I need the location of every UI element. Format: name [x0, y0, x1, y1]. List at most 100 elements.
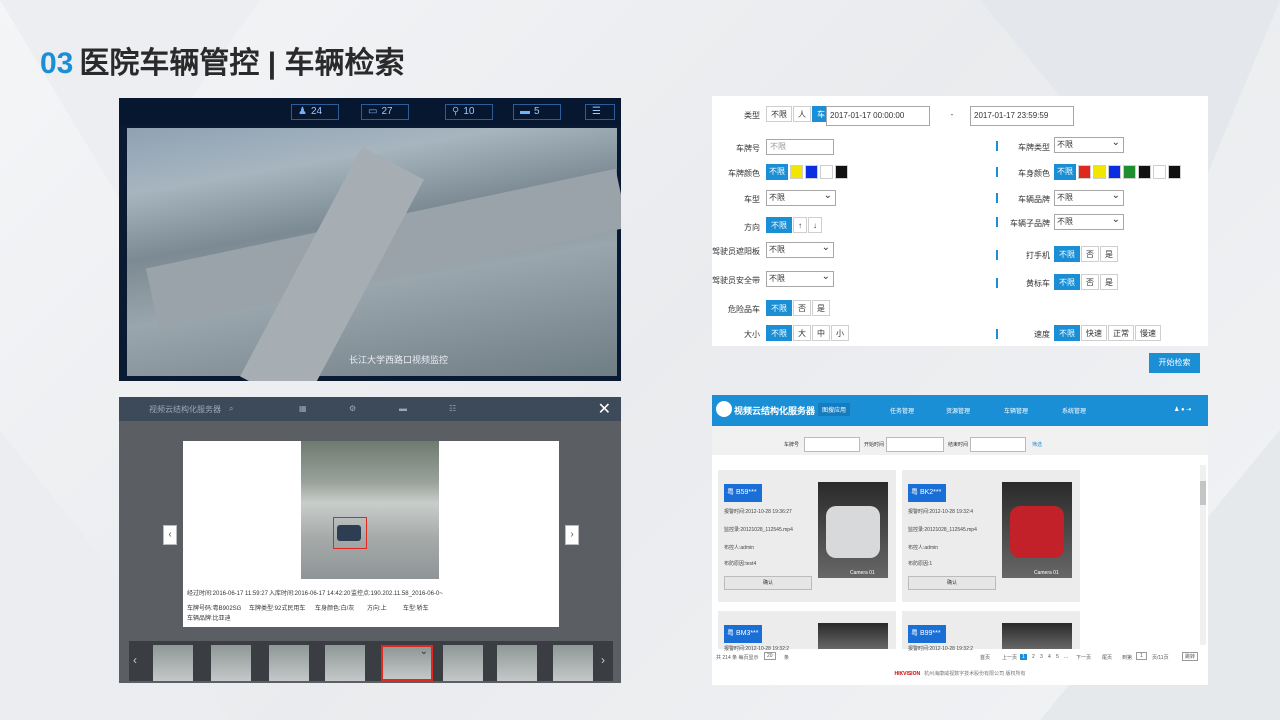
seatbelt-select[interactable]: 不限	[766, 270, 834, 287]
body-color-swatch[interactable]	[1153, 165, 1166, 179]
sub-brand-select[interactable]: 不限	[1054, 213, 1124, 230]
close-icon[interactable]: ✕	[598, 399, 611, 419]
size-option-large[interactable]: 大	[793, 325, 811, 341]
plate-color-swatch[interactable]	[835, 165, 848, 179]
owner: 布控人:admin	[908, 545, 939, 551]
goto-button[interactable]: 跳转	[1182, 652, 1199, 661]
strip-thumbnail[interactable]	[553, 645, 593, 681]
brand-select[interactable]: 不限	[1054, 189, 1124, 206]
body-color-any[interactable]: 不限	[1054, 164, 1076, 180]
danger-option-yes[interactable]: 是	[812, 300, 830, 316]
plate-color-swatch[interactable]	[790, 165, 803, 179]
vehicle-type: 车型:轿车	[403, 606, 429, 612]
plate-number-input[interactable]: 不限	[766, 139, 834, 155]
strip-thumbnail[interactable]	[153, 645, 193, 681]
start-time-filter-input[interactable]	[886, 437, 944, 452]
nav-search-icon[interactable]: ⌕	[229, 404, 233, 414]
speed-option-normal[interactable]: 正常	[1108, 325, 1134, 341]
results-scrollbar[interactable]	[1200, 465, 1206, 645]
plate-filter-input[interactable]	[804, 437, 860, 452]
menu-task-management[interactable]: 任务管理	[890, 406, 914, 415]
goto-page-input[interactable]: 1	[1136, 652, 1147, 660]
danger-option-no[interactable]: 否	[793, 300, 811, 316]
start-time-input[interactable]: 2017-01-17 00:00:00	[826, 106, 930, 126]
strip-thumbnail-selected[interactable]	[381, 645, 433, 681]
truck-icon: ▬	[520, 106, 530, 117]
yellow-option-yes[interactable]: 是	[1100, 274, 1118, 290]
strip-next-icon[interactable]: ›	[601, 653, 605, 667]
body-color-swatch[interactable]	[1168, 165, 1181, 179]
body-color-swatch[interactable]	[1078, 165, 1091, 179]
menu-image-search[interactable]: 图搜应用	[818, 403, 851, 416]
body-color-swatch[interactable]	[1093, 165, 1106, 179]
copyright-text: 杭州海康威视数字技术股份有限公司 版权所有	[924, 671, 1026, 677]
strip-thumbnail[interactable]	[443, 645, 483, 681]
page-1[interactable]: 1	[1020, 654, 1027, 660]
strip-thumbnail[interactable]	[211, 645, 251, 681]
yellow-option-no[interactable]: 否	[1081, 274, 1099, 290]
confirm-button[interactable]: 确认	[724, 576, 812, 590]
confirm-button[interactable]: 确认	[908, 576, 996, 590]
menu-vehicle-management[interactable]: 车辆管理	[1004, 406, 1028, 415]
direction-up-icon[interactable]: ↑	[793, 217, 807, 233]
end-time-input[interactable]: 2017-01-17 23:59:59	[970, 106, 1074, 126]
nav-vehicle-icon[interactable]: ▬	[399, 404, 407, 413]
alarm-card: 粤 BK2*** 报警时间:2012-10-28 19:32:4 监控录:201…	[902, 470, 1080, 602]
prev-arrow-icon[interactable]: ‹	[163, 525, 177, 545]
start-search-button[interactable]: 开始检索	[1149, 353, 1200, 373]
type-option-any[interactable]: 不限	[766, 106, 792, 122]
nav-task-icon[interactable]: ▦	[299, 404, 307, 413]
page-4[interactable]: 4	[1048, 654, 1051, 660]
strip-thumbnail[interactable]	[325, 645, 365, 681]
body-color-swatch[interactable]	[1123, 165, 1136, 179]
nav-resource-icon[interactable]: ⚙	[349, 404, 356, 413]
nav-system-icon[interactable]: ☷	[449, 404, 456, 413]
strip-thumbnail[interactable]	[269, 645, 309, 681]
end-time-filter-input[interactable]	[970, 437, 1026, 452]
speed-option-any[interactable]: 不限	[1054, 325, 1080, 341]
next-arrow-icon[interactable]: ›	[565, 525, 579, 545]
plate-color-swatch[interactable]	[805, 165, 818, 179]
direction-option-any[interactable]: 不限	[766, 217, 792, 233]
vehicle-type-select[interactable]: 不限	[766, 189, 836, 206]
speed-option-slow[interactable]: 慢速	[1135, 325, 1161, 341]
speed-option-fast[interactable]: 快速	[1081, 325, 1107, 341]
danger-option-any[interactable]: 不限	[766, 300, 792, 316]
menu-icon[interactable]: ☰	[585, 104, 615, 120]
alarm-time: 报警时间:2012-10-28 19:32:4	[908, 509, 974, 515]
scrollbar-thumb[interactable]	[1200, 481, 1206, 505]
menu-resource-management[interactable]: 资源管理	[946, 406, 970, 415]
menu-system-management[interactable]: 系统管理	[1062, 406, 1086, 415]
page-3[interactable]: 3	[1040, 654, 1043, 660]
plate-color-any[interactable]: 不限	[766, 164, 788, 180]
size-option-any[interactable]: 不限	[766, 325, 792, 341]
body-color-swatch[interactable]	[1138, 165, 1151, 179]
next-page-button[interactable]: 下一页	[1076, 654, 1091, 661]
plate-type-select[interactable]: 不限	[1054, 136, 1124, 153]
user-icon[interactable]: ♟ ● ⇥	[1174, 406, 1191, 413]
strip-prev-icon[interactable]: ‹	[133, 653, 137, 667]
size-option-small[interactable]: 小	[831, 325, 849, 341]
type-option-person[interactable]: 人	[793, 106, 811, 122]
page-2[interactable]: 2	[1032, 654, 1035, 660]
direction-down-icon[interactable]: ↓	[808, 217, 822, 233]
yellow-option-any[interactable]: 不限	[1054, 274, 1080, 290]
phone-option-yes[interactable]: 是	[1100, 246, 1118, 262]
vehicle-image	[818, 623, 888, 649]
first-page-button[interactable]: 首页	[980, 654, 990, 661]
video-feed[interactable]	[127, 128, 621, 381]
body-color-swatch[interactable]	[1108, 165, 1121, 179]
filter-button[interactable]: 筛选	[1032, 441, 1042, 448]
size-option-medium[interactable]: 中	[812, 325, 830, 341]
strip-thumbnail[interactable]	[497, 645, 537, 681]
last-page-button[interactable]: 尾页	[1102, 654, 1112, 661]
prev-page-button[interactable]: 上一页	[1002, 654, 1017, 661]
plate-color-swatch[interactable]	[820, 165, 833, 179]
phone-option-no[interactable]: 否	[1081, 246, 1099, 262]
column-divider	[996, 193, 998, 203]
sunshade-select[interactable]: 不限	[766, 241, 834, 258]
camera-label: Camera 01	[850, 570, 875, 576]
page-5[interactable]: 5	[1056, 654, 1059, 660]
phone-option-any[interactable]: 不限	[1054, 246, 1080, 262]
page-size-select[interactable]: 20	[764, 652, 776, 660]
